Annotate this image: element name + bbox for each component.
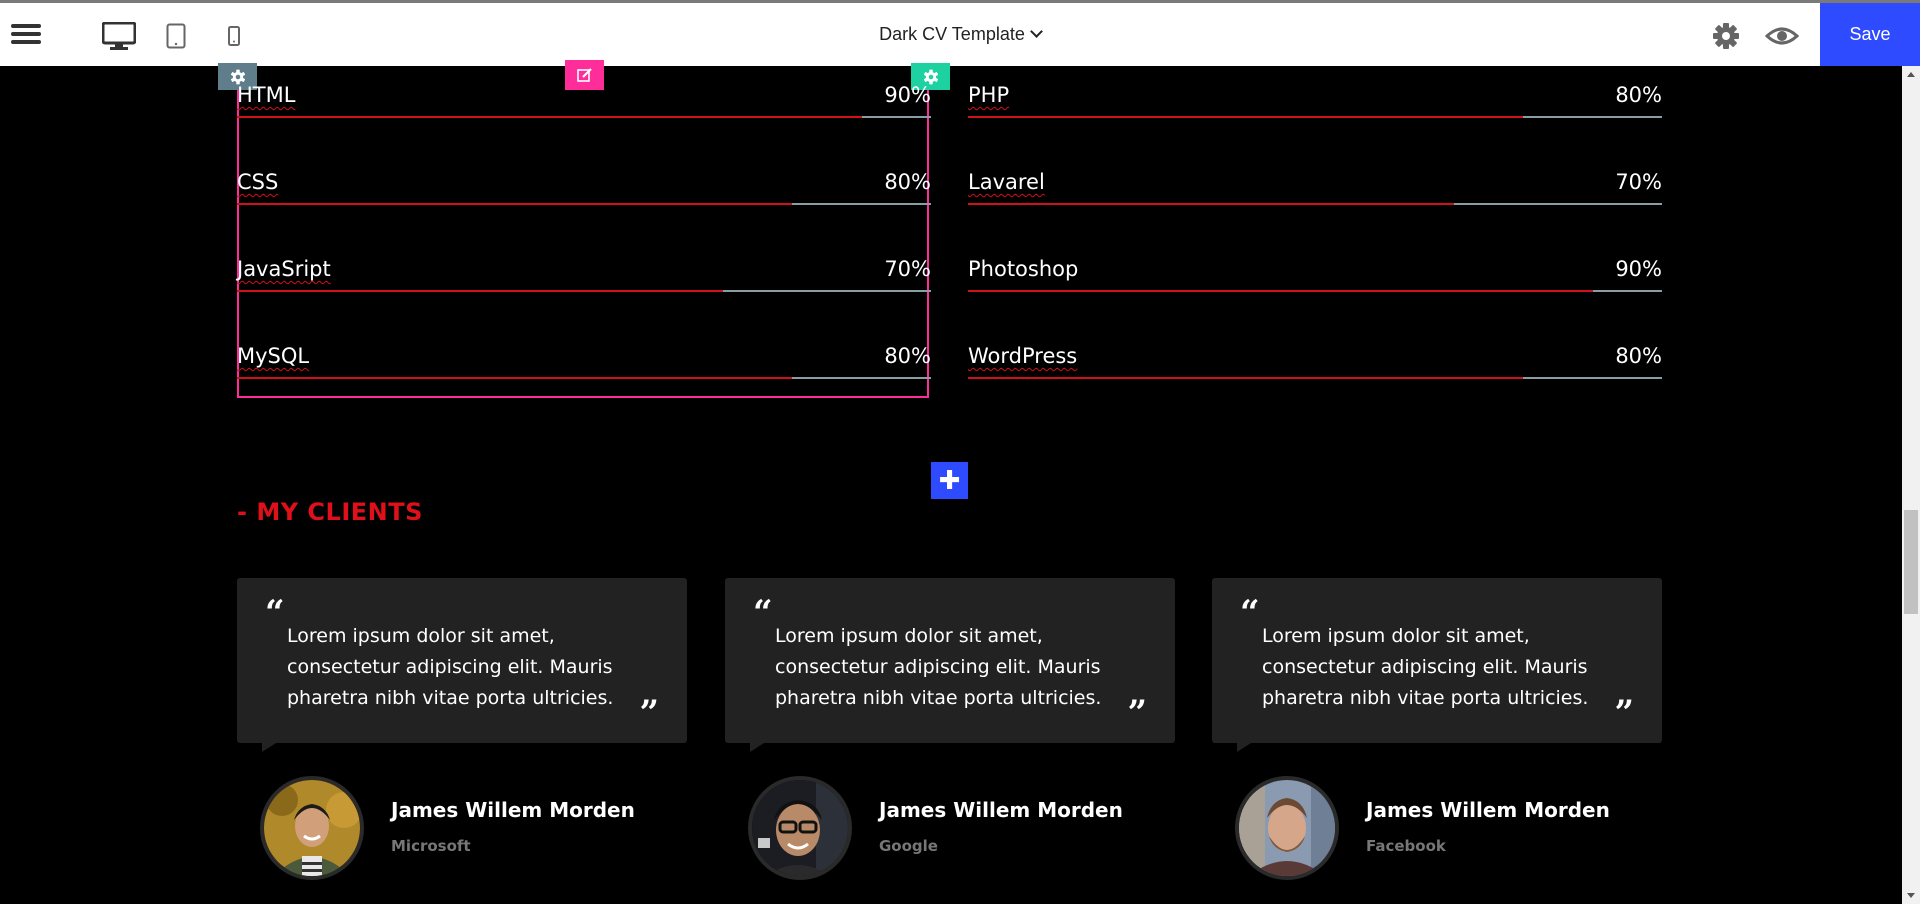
testimonial-quote: Lorem ipsum dolor sit amet, consectetur … [287, 625, 614, 709]
skill-progress-fill [968, 116, 1524, 118]
chevron-down-icon [1029, 25, 1043, 38]
skill-name: PHP [968, 83, 1010, 107]
skill-progress-bar [968, 377, 1662, 379]
client-avatar [748, 776, 852, 880]
skill-progress-bar [237, 377, 931, 379]
quote-close-icon: ” [639, 693, 659, 733]
skill-item[interactable]: PHP 80% [968, 83, 1662, 125]
scrollbar-thumb[interactable] [1904, 510, 1918, 614]
card-pointer [262, 743, 276, 752]
quote-open-icon: “ [753, 593, 773, 633]
editor-toolbar: Dark CV Template Save [0, 3, 1920, 66]
skill-progress-bar [968, 203, 1662, 205]
skill-name: CSS [237, 170, 279, 194]
testimonial-card: “ Lorem ipsum dolor sit amet, consectetu… [237, 578, 687, 752]
skill-item[interactable]: WordPress 80% [968, 344, 1662, 386]
skill-progress-bar [237, 290, 931, 292]
preview-eye-icon[interactable] [1764, 25, 1800, 51]
quote-open-icon: “ [265, 593, 285, 633]
skill-percent: 80% [884, 344, 931, 368]
skill-percent: 70% [1615, 170, 1662, 194]
testimonial-quote: Lorem ipsum dolor sit amet, consectetur … [775, 625, 1102, 709]
scroll-up-arrow-icon[interactable] [1907, 72, 1915, 77]
skill-item[interactable]: JavaSript 70% [237, 257, 931, 299]
settings-gear-icon[interactable] [1712, 22, 1740, 54]
skill-progress-fill [237, 203, 793, 205]
skill-percent: 80% [1615, 344, 1662, 368]
skill-item[interactable]: Photoshop 90% [968, 257, 1662, 299]
scroll-down-arrow-icon[interactable] [1907, 893, 1915, 898]
skill-name: WordPress [968, 344, 1078, 368]
quote-close-icon: ” [1614, 693, 1634, 733]
edit-icon [576, 68, 592, 82]
card-pointer [1237, 743, 1251, 752]
client-company: Facebook [1366, 837, 1446, 855]
skill-name: JavaSript [237, 257, 331, 281]
skill-progress-fill [968, 203, 1454, 205]
skill-progress-fill [968, 290, 1593, 292]
skill-progress-bar [237, 116, 931, 118]
template-title-dropdown[interactable]: Dark CV Template [0, 24, 1920, 45]
testimonial-quote: Lorem ipsum dolor sit amet, consectetur … [1262, 625, 1589, 709]
skill-progress-fill [237, 116, 862, 118]
skill-progress-bar [968, 290, 1662, 292]
add-block-button[interactable]: ✚ [931, 462, 968, 499]
client-name: James Willem Morden [879, 798, 1123, 822]
skill-progress-bar [968, 116, 1662, 118]
client-company: Google [879, 837, 938, 855]
skill-item[interactable]: HTML 90% [237, 83, 931, 125]
skill-name: MySQL [237, 344, 310, 368]
skill-progress-fill [968, 377, 1524, 379]
skill-percent: 90% [884, 83, 931, 107]
skill-item[interactable]: MySQL 80% [237, 344, 931, 386]
skill-progress-bar [237, 203, 931, 205]
skill-percent: 90% [1615, 257, 1662, 281]
plus-icon: ✚ [938, 465, 961, 496]
page-scrollbar[interactable] [1902, 66, 1920, 904]
card-pointer [750, 743, 764, 752]
skill-percent: 70% [884, 257, 931, 281]
client-company: Microsoft [391, 837, 471, 855]
skill-percent: 80% [1615, 83, 1662, 107]
quote-close-icon: ” [1127, 693, 1147, 733]
client-name: James Willem Morden [391, 798, 635, 822]
skill-progress-fill [237, 377, 793, 379]
skill-name: Photoshop [968, 257, 1079, 281]
skill-name: Lavarel [968, 170, 1045, 194]
skill-progress-fill [237, 290, 723, 292]
testimonial-card: “ Lorem ipsum dolor sit amet, consectetu… [1212, 578, 1662, 752]
skill-item[interactable]: CSS 80% [237, 170, 931, 212]
section-title-clients: - MY CLIENTS [237, 498, 423, 526]
template-title: Dark CV Template [879, 24, 1025, 44]
save-button[interactable]: Save [1820, 3, 1920, 66]
skill-name: HTML [237, 83, 296, 107]
client-avatar [1235, 776, 1339, 880]
client-avatar [260, 776, 364, 880]
skill-item[interactable]: Lavarel 70% [968, 170, 1662, 212]
client-name: James Willem Morden [1366, 798, 1610, 822]
skill-percent: 80% [884, 170, 931, 194]
testimonial-card: “ Lorem ipsum dolor sit amet, consectetu… [725, 578, 1175, 752]
quote-open-icon: “ [1240, 593, 1260, 633]
